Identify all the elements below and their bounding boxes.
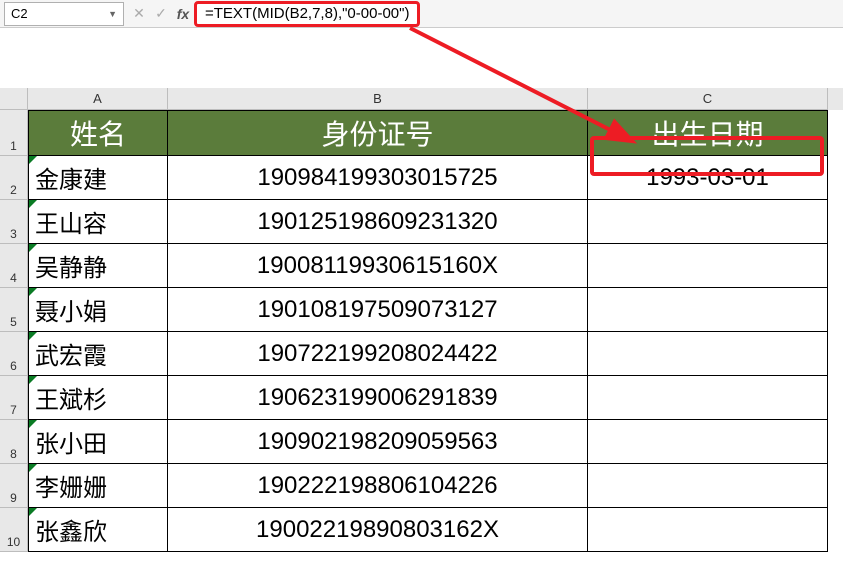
col-header-A[interactable]: A [28, 88, 168, 110]
cell-dob[interactable] [588, 508, 828, 552]
table-row: 3王山容190125198609231320 [0, 200, 843, 244]
cell-dob[interactable] [588, 376, 828, 420]
col-header-B[interactable]: B [168, 88, 588, 110]
table-header-row: 1 姓名 身份证号 出生日期 [0, 110, 843, 156]
row-header[interactable]: 10 [0, 508, 28, 552]
cell-id[interactable]: 190902198209059563 [168, 420, 588, 464]
table-row: 4吴静静19008119930615160X [0, 244, 843, 288]
cell-id[interactable]: 190222198806104226 [168, 464, 588, 508]
cell-dob[interactable] [588, 244, 828, 288]
row-header-1[interactable]: 1 [0, 110, 28, 156]
cell-name[interactable]: 聂小娟 [28, 288, 168, 332]
cancel-icon[interactable]: ✕ [128, 5, 150, 22]
cell-id[interactable]: 190984199303015725 [168, 156, 588, 200]
name-box-value: C2 [11, 6, 28, 21]
row-header[interactable]: 7 [0, 376, 28, 420]
cell-name[interactable]: 王斌杉 [28, 376, 168, 420]
table-row: 10张鑫欣19002219890803162X [0, 508, 843, 552]
cell-name[interactable]: 吴静静 [28, 244, 168, 288]
formula-bar: C2 ▼ ✕ ✓ fx =TEXT(MID(B2,7,8),"0-00-00") [0, 0, 843, 28]
table-row: 5聂小娟190108197509073127 [0, 288, 843, 332]
cell-name[interactable]: 张小田 [28, 420, 168, 464]
col-label: A [93, 91, 102, 106]
formula-input-wrap[interactable]: =TEXT(MID(B2,7,8),"0-00-00") [194, 2, 843, 26]
formula-input[interactable]: =TEXT(MID(B2,7,8),"0-00-00") [194, 1, 420, 27]
table-row: 8张小田190902198209059563 [0, 420, 843, 464]
cell-dob[interactable] [588, 332, 828, 376]
spacer [0, 28, 843, 88]
col-label: B [373, 91, 382, 106]
header-label: 身份证号 [321, 113, 433, 153]
formula-text: =TEXT(MID(B2,7,8),"0-00-00") [205, 5, 409, 22]
col-label: C [703, 91, 712, 106]
row-header[interactable]: 9 [0, 464, 28, 508]
row-header[interactable]: 3 [0, 200, 28, 244]
cell-dob[interactable] [588, 288, 828, 332]
cell-id[interactable]: 190722199208024422 [168, 332, 588, 376]
confirm-icon[interactable]: ✓ [150, 5, 172, 22]
cell-dob[interactable] [588, 464, 828, 508]
cell-id[interactable]: 190108197509073127 [168, 288, 588, 332]
row-header[interactable]: 2 [0, 156, 28, 200]
chevron-down-icon[interactable]: ▼ [108, 9, 117, 19]
table-row: 9李姗姗190222198806104226 [0, 464, 843, 508]
cell-name[interactable]: 李姗姗 [28, 464, 168, 508]
header-cell-id[interactable]: 身份证号 [168, 110, 588, 156]
header-label: 出生日期 [651, 113, 763, 153]
cell-id[interactable]: 19008119930615160X [168, 244, 588, 288]
cell-id[interactable]: 190623199006291839 [168, 376, 588, 420]
spreadsheet-grid: A B C 1 姓名 身份证号 出生日期 2金康建190984199303015… [0, 88, 843, 552]
col-header-C[interactable]: C [588, 88, 828, 110]
cell-name[interactable]: 王山容 [28, 200, 168, 244]
row-header[interactable]: 5 [0, 288, 28, 332]
column-headers: A B C [0, 88, 843, 110]
cell-dob[interactable] [588, 420, 828, 464]
name-box[interactable]: C2 ▼ [4, 2, 124, 26]
cell-id[interactable]: 19002219890803162X [168, 508, 588, 552]
row-header[interactable]: 8 [0, 420, 28, 464]
cell-id[interactable]: 190125198609231320 [168, 200, 588, 244]
fx-icon[interactable]: fx [172, 6, 194, 22]
cell-name[interactable]: 武宏霞 [28, 332, 168, 376]
header-cell-name[interactable]: 姓名 [28, 110, 168, 156]
select-all-corner[interactable] [0, 88, 28, 110]
cell-name[interactable]: 金康建 [28, 156, 168, 200]
cell-dob[interactable]: 1993-03-01 [588, 156, 828, 200]
table-row: 6武宏霞190722199208024422 [0, 332, 843, 376]
header-label: 姓名 [70, 113, 126, 153]
row-header[interactable]: 6 [0, 332, 28, 376]
cell-name[interactable]: 张鑫欣 [28, 508, 168, 552]
row-header[interactable]: 4 [0, 244, 28, 288]
cell-dob[interactable] [588, 200, 828, 244]
header-cell-dob[interactable]: 出生日期 [588, 110, 828, 156]
table-row: 7王斌杉190623199006291839 [0, 376, 843, 420]
table-row: 2金康建1909841993030157251993-03-01 [0, 156, 843, 200]
